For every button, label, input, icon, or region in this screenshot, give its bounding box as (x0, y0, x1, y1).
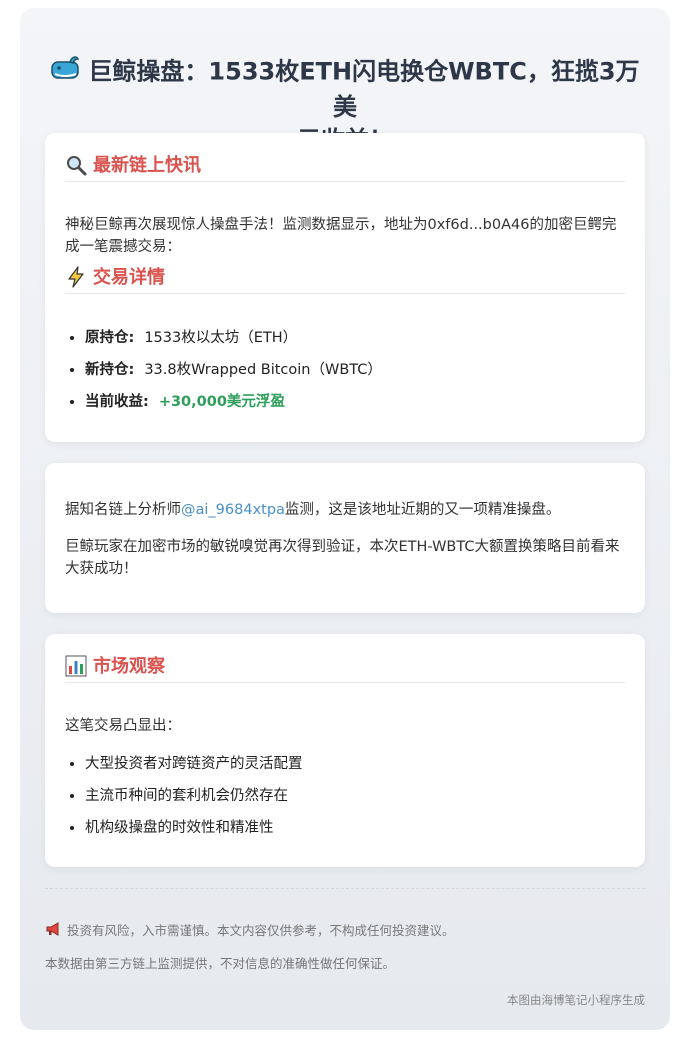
analyst-link[interactable]: @ai_9684xtpa (181, 502, 285, 518)
original-holding-label: 原持仓: (85, 330, 135, 346)
footer-divider (45, 888, 645, 889)
news-card: 最新链上快讯 神秘巨鲸再次展现惊人操盘手法！监测数据显示，地址为0xf6d...… (45, 133, 645, 442)
megaphone-icon (45, 922, 62, 939)
generated-by-credit: 本图由海博笔记小程序生成 (507, 993, 645, 1007)
source-disclaimer: 本数据由第三方链上监测提供，不对信息的准确性做任何保证。 (45, 956, 396, 971)
magnifier-icon (65, 154, 87, 176)
original-holding-value: 1533枚以太坊（ETH） (144, 330, 298, 346)
list-item: 原持仓: 1533枚以太坊（ETH） (85, 322, 645, 354)
market-card: 市场观察 这笔交易凸显出： 大型投资者对跨链资产的灵活配置 主流币种间的套利机会… (45, 634, 645, 867)
whale-icon (50, 54, 80, 91)
analysis-suffix: 监测，这是该地址近期的又一项精准操盘。 (284, 502, 561, 518)
trade-details-list: 原持仓: 1533枚以太坊（ETH） 新持仓: 33.8枚Wrapped Bitco… (65, 322, 645, 418)
market-intro: 这笔交易凸显出： (65, 718, 181, 734)
title-line-1: 巨鲸操盘：1533枚ETH闪电换仓WBTC，狂揽3万美 (88, 57, 640, 122)
risk-text: 投资有风险，入市需谨慎。本文内容仅供参考，不构成任何投资建议。 (67, 923, 455, 938)
bar-chart-icon (65, 655, 87, 677)
risk-disclaimer: 投资有风险，入市需谨慎。本文内容仅供参考，不构成任何投资建议。 (45, 920, 455, 939)
market-heading: 市场观察 (65, 652, 625, 683)
analysis-prefix: 据知名链上分析师 (65, 502, 181, 518)
news-paragraph: 神秘巨鲸再次展现惊人操盘手法！监测数据显示，地址为0xf6d...b0A46的加… (65, 217, 617, 255)
news-heading: 最新链上快讯 (65, 151, 625, 182)
list-item: 主流币种间的套利机会仍然存在 (85, 780, 645, 812)
lightning-icon (65, 265, 87, 288)
list-item: 新持仓: 33.8枚Wrapped Bitcoin（WBTC） (85, 354, 645, 386)
page-background: 巨鲸操盘：1533枚ETH闪电换仓WBTC，狂揽3万美 元收益！ 最新链上快讯 … (20, 8, 670, 1030)
analysis-paragraph-1: 据知名链上分析师@ai_9684xtpa监测，这是该地址近期的又一项精准操盘。 (65, 499, 625, 521)
trade-heading: 交易详情 (65, 263, 625, 294)
trade-heading-text: 交易详情 (93, 267, 165, 288)
analysis-paragraph-2: 巨鲸玩家在加密市场的敏锐嗅觉再次得到验证，本次ETH-WBTC大额置换策略目前看… (65, 539, 620, 577)
current-profit-value: +30,000美元浮盈 (158, 394, 285, 410)
list-item: 机构级操盘的时效性和精准性 (85, 812, 645, 844)
current-profit-label: 当前收益: (85, 394, 149, 410)
list-item: 当前收益: +30,000美元浮盈 (85, 386, 645, 418)
news-heading-text: 最新链上快讯 (93, 155, 201, 176)
analysis-card: 据知名链上分析师@ai_9684xtpa监测，这是该地址近期的又一项精准操盘。 … (45, 463, 645, 613)
market-list: 大型投资者对跨链资产的灵活配置 主流币种间的套利机会仍然存在 机构级操盘的时效性… (65, 748, 645, 844)
new-holding-label: 新持仓: (85, 362, 135, 378)
new-holding-value: 33.8枚Wrapped Bitcoin（WBTC） (144, 362, 382, 378)
market-heading-text: 市场观察 (93, 656, 165, 677)
list-item: 大型投资者对跨链资产的灵活配置 (85, 748, 645, 780)
